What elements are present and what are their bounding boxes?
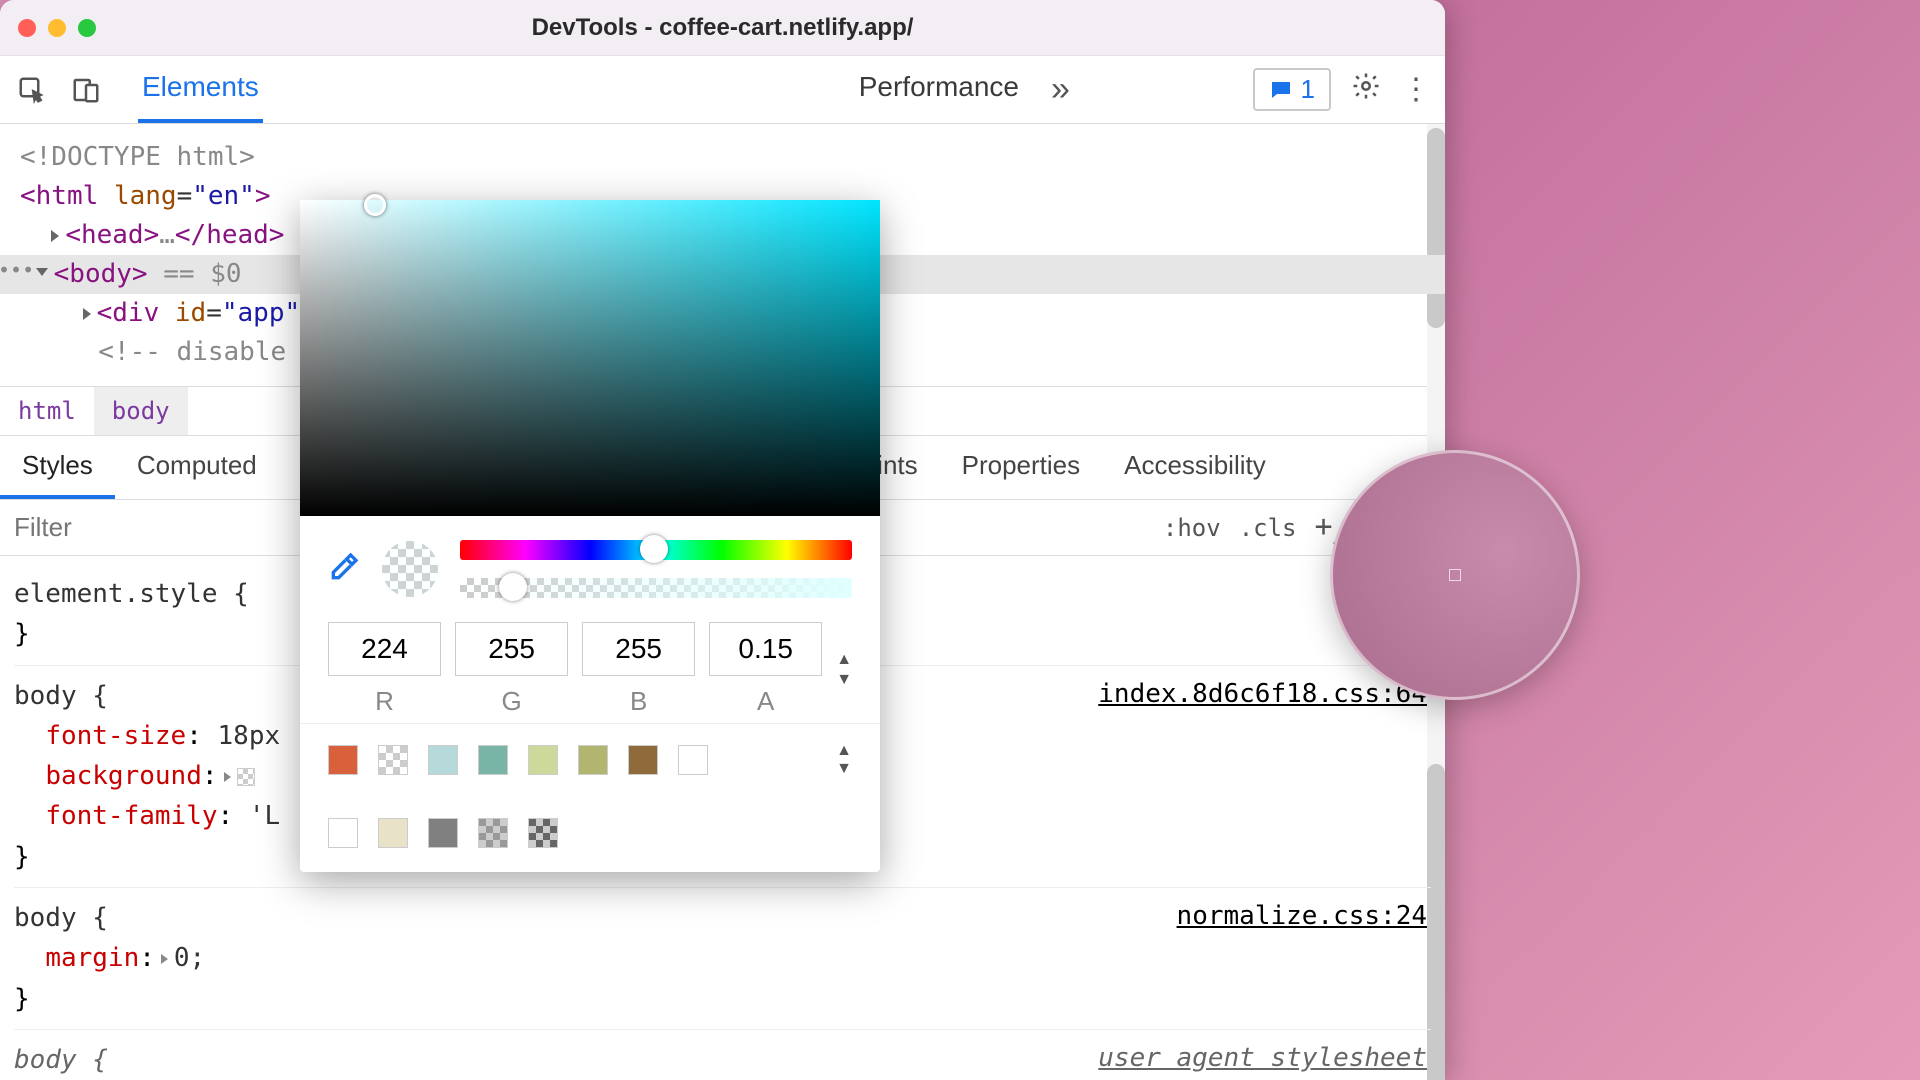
alpha-thumb[interactable] (499, 573, 527, 601)
b-input[interactable] (582, 622, 695, 676)
swatch[interactable] (628, 745, 658, 775)
swatch[interactable] (328, 818, 358, 848)
issues-badge[interactable]: 1 (1253, 68, 1331, 111)
swatch[interactable] (578, 745, 608, 775)
hue-thumb[interactable] (640, 535, 668, 563)
ua-label: user agent stylesheet (1098, 1038, 1427, 1078)
swatch[interactable] (528, 818, 558, 848)
g-input[interactable] (455, 622, 568, 676)
more-options-icon[interactable]: ⋮ (1401, 72, 1431, 107)
swatch[interactable] (378, 818, 408, 848)
inspect-element-icon[interactable] (14, 72, 50, 108)
eyedropper-icon[interactable] (328, 551, 360, 588)
tab-properties[interactable]: Properties (940, 436, 1103, 499)
tab-performance[interactable]: Performance (855, 57, 1023, 123)
tab-computed[interactable]: Computed (115, 436, 279, 499)
minimize-window-icon[interactable] (48, 19, 66, 37)
main-toolbar: Elements Performance » 1 ⋮ (0, 56, 1445, 124)
more-tabs-icon[interactable]: » (1041, 70, 1080, 109)
tab-elements[interactable]: Elements (138, 57, 263, 123)
swatch[interactable] (678, 745, 708, 775)
settings-icon[interactable] (1351, 71, 1381, 109)
swatch[interactable] (528, 745, 558, 775)
elements-panel: <!DOCTYPE html> <html lang="en"> <head>…… (0, 124, 1445, 1080)
swatch[interactable] (478, 818, 508, 848)
tab-accessibility[interactable]: Accessibility (1102, 436, 1288, 499)
message-icon (1269, 78, 1293, 102)
format-switch-icon[interactable]: ▲▼ (836, 651, 852, 689)
crumb-html[interactable]: html (0, 387, 94, 435)
source-link[interactable]: normalize.css:24 (1177, 896, 1427, 936)
swatch[interactable] (428, 745, 458, 775)
r-input[interactable] (328, 622, 441, 676)
window-controls (18, 19, 96, 37)
cls-toggle[interactable]: .cls (1239, 514, 1297, 542)
eyedropper-loupe[interactable] (1330, 450, 1580, 700)
swatch[interactable] (478, 745, 508, 775)
a-input[interactable] (709, 622, 822, 676)
dom-doctype[interactable]: <!DOCTYPE html> (20, 138, 1425, 177)
hue-slider[interactable] (460, 540, 852, 560)
rule-normalize-css[interactable]: normalize.css:24 body { margin:0; } (14, 888, 1431, 1030)
alpha-slider[interactable] (460, 578, 852, 598)
color-preview-swatch (382, 541, 438, 597)
zoom-window-icon[interactable] (78, 19, 96, 37)
color-picker-popover: R G B A ▲▼ ▲▼ (300, 200, 880, 872)
swatch[interactable] (328, 745, 358, 775)
sv-picker-handle[interactable] (364, 194, 386, 216)
swatch[interactable] (378, 745, 408, 775)
rule-user-agent[interactable]: user agent stylesheet body { display: bl… (14, 1030, 1431, 1080)
saturation-value-field[interactable] (300, 200, 880, 516)
tab-styles[interactable]: Styles (0, 436, 115, 499)
swatch[interactable] (428, 818, 458, 848)
issues-count: 1 (1301, 74, 1315, 105)
crumb-body[interactable]: body (94, 387, 188, 435)
hov-toggle[interactable]: :hov (1163, 514, 1221, 542)
devtools-window: DevTools - coffee-cart.netlify.app/ Elem… (0, 0, 1445, 1080)
scrollbar[interactable] (1427, 128, 1445, 328)
close-window-icon[interactable] (18, 19, 36, 37)
window-title: DevTools - coffee-cart.netlify.app/ (532, 14, 914, 42)
source-link[interactable]: index.8d6c6f18.css:64 (1098, 674, 1427, 714)
palette-switch-icon[interactable]: ▲▼ (836, 742, 852, 778)
palette-swatches: ▲▼ (300, 723, 880, 872)
device-toolbar-icon[interactable] (68, 72, 104, 108)
panel-tabs: Elements Performance (138, 57, 1023, 123)
color-swatch-icon[interactable] (237, 768, 255, 786)
titlebar: DevTools - coffee-cart.netlify.app/ (0, 0, 1445, 56)
